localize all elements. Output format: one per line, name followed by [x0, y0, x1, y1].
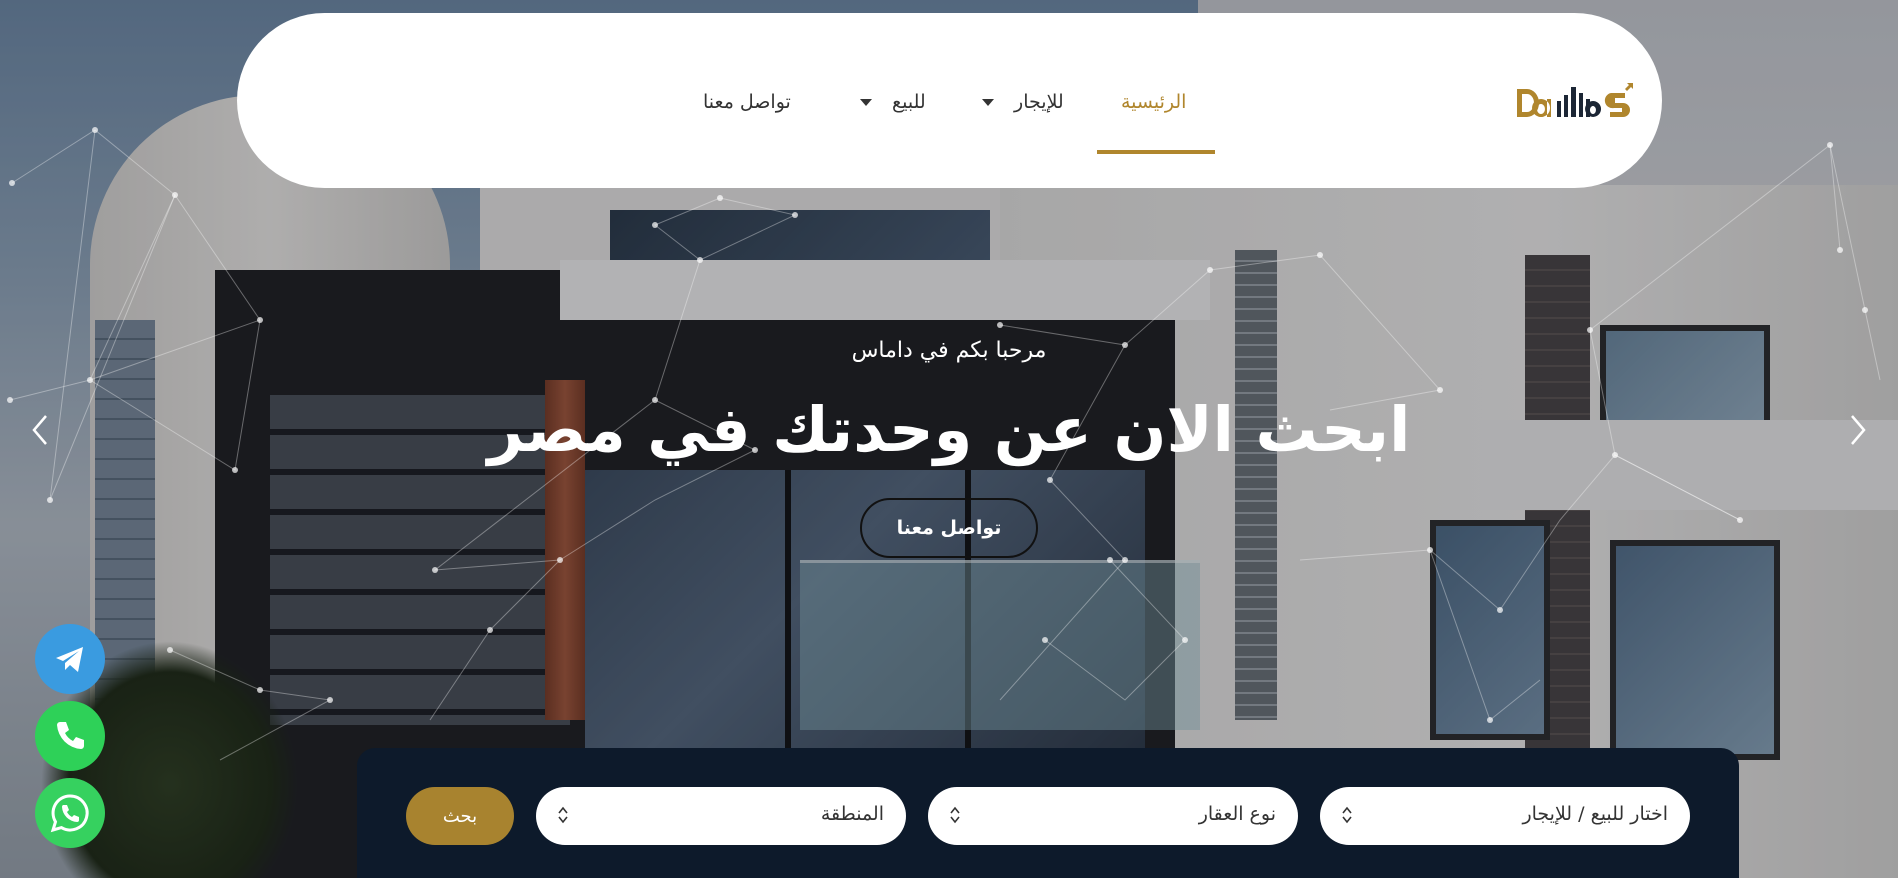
hero-title: ابحث الان عن وحدتك في مصر — [487, 393, 1412, 466]
nav-item-contact[interactable]: تواصل معنا — [703, 91, 791, 113]
chevron-left-icon[interactable] — [26, 410, 56, 450]
hero-subtitle: مرحبا بكم في داماس — [851, 338, 1047, 363]
telegram-button[interactable] — [35, 624, 105, 694]
listing-type-select[interactable]: اختار للبيع / للإيجار — [1320, 787, 1690, 845]
nav-item-home[interactable]: الرئيسية — [1121, 91, 1186, 113]
region-value: المنطقة — [820, 803, 884, 825]
main-navbar: الرئيسية للإيجار للبيع تواصل معنا — [237, 13, 1662, 188]
property-type-value: نوع العقار — [1198, 803, 1276, 825]
updown-icon — [558, 806, 568, 824]
chevron-down-icon — [982, 99, 994, 106]
updown-icon — [950, 806, 960, 824]
listing-type-value: اختار للبيع / للإيجار — [1522, 803, 1668, 825]
property-type-select[interactable]: نوع العقار — [928, 787, 1298, 845]
whatsapp-icon — [50, 794, 89, 833]
search-button[interactable]: بحث — [406, 787, 514, 845]
telegram-icon — [56, 647, 83, 672]
nav-item-sale-label: للبيع — [892, 91, 926, 113]
nav-item-sale[interactable]: للبيع — [860, 91, 926, 113]
phone-button[interactable] — [35, 701, 105, 771]
updown-icon — [1342, 806, 1352, 824]
nav-item-rent[interactable]: للإيجار — [982, 91, 1064, 113]
chevron-down-icon — [860, 99, 872, 106]
phone-icon — [57, 722, 84, 749]
chevron-right-icon[interactable] — [1842, 410, 1872, 450]
whatsapp-button[interactable] — [35, 778, 105, 848]
contact-us-button[interactable]: تواصل معنا — [860, 498, 1038, 558]
nav-item-rent-label: للإيجار — [1014, 91, 1064, 113]
active-nav-indicator — [1097, 150, 1215, 154]
damas-logo[interactable] — [1517, 79, 1637, 127]
region-select[interactable]: المنطقة — [536, 787, 906, 845]
